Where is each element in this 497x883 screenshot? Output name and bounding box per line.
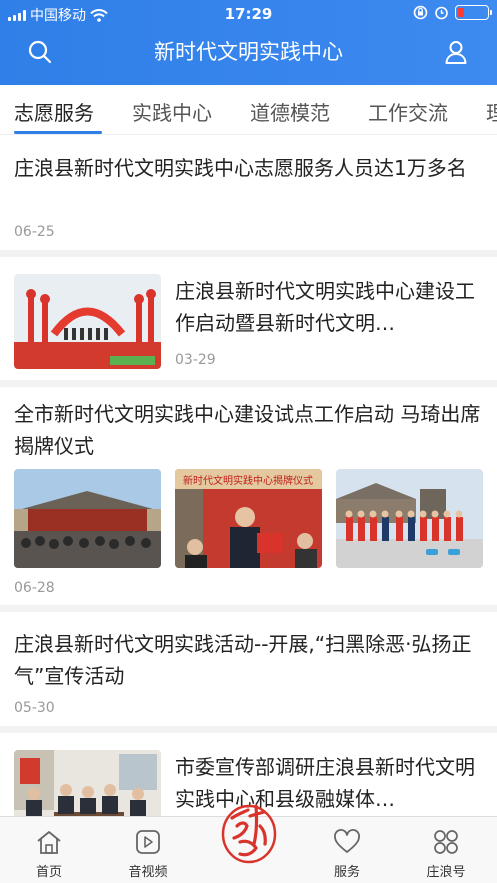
list-item[interactable]: 庄浪县新时代文明实践活动--开展,“扫黑除恶·弘扬正气”宣传活动 05-30 — [0, 612, 497, 733]
news-date: 05-30 — [14, 700, 55, 716]
tab-moral-model[interactable]: 道德模范 — [250, 97, 330, 126]
news-feed: 庄浪县新时代文明实践中心志愿服务人员达1万多名 06-25 庄浪县新时代文明实践… — [0, 136, 497, 816]
user-icon[interactable] — [443, 39, 469, 65]
tab-video-label: 音视频 — [128, 865, 168, 880]
tab-theory[interactable]: 理 — [486, 97, 497, 126]
category-tabs: 志愿服务 实践中心 道德模范 工作交流 理 — [0, 85, 497, 135]
tab-zhuanglang-label: 庄浪号 — [426, 865, 466, 880]
news-thumbnail: 新时代文明实践中心揭牌仪式 — [175, 469, 322, 568]
news-date: 06-25 — [14, 224, 55, 240]
list-item[interactable]: 庄浪县新时代文明实践中心志愿服务人员达1万多名 06-25 — [0, 136, 497, 257]
news-thumbnail — [14, 274, 161, 369]
list-item[interactable]: 全市新时代文明实践中心建设试点工作启动 马琦出席揭牌仪式 新时代文明实践中心揭牌… — [0, 387, 497, 612]
news-title: 庄浪县新时代文明实践中心志愿服务人员达1万多名 — [14, 156, 467, 180]
app-header: 中国移动 17:29 新时代文明实践中心 — [0, 0, 497, 85]
battery-icon — [455, 5, 492, 20]
play-icon — [136, 830, 160, 854]
news-date: 06-28 — [14, 580, 55, 596]
heart-icon — [334, 829, 360, 853]
active-tab-indicator — [14, 131, 102, 134]
clover-icon — [434, 830, 458, 854]
news-title: 庄浪县新时代文明实践中心建设工作启动暨县新时代文明… — [175, 279, 475, 335]
center-logo-button[interactable] — [220, 796, 278, 866]
banner-text: 新时代文明实践中心揭牌仪式 — [183, 474, 313, 487]
news-date: 03-29 — [175, 352, 216, 368]
status-bar: 中国移动 17:29 — [0, 0, 497, 28]
page-title: 新时代文明实践中心 — [154, 40, 343, 64]
tab-home[interactable]: 首页 — [9, 817, 89, 883]
news-thumbnail — [336, 469, 483, 568]
tab-video[interactable]: 音视频 — [108, 817, 188, 883]
home-icon — [37, 831, 61, 854]
news-thumbnail — [14, 469, 161, 568]
tab-service-label: 服务 — [333, 865, 360, 880]
tab-service[interactable]: 服务 — [307, 817, 387, 883]
tab-practice-center[interactable]: 实践中心 — [132, 97, 212, 126]
list-item[interactable]: 庄浪县新时代文明实践中心建设工作启动暨县新时代文明… 03-29 — [0, 257, 497, 387]
news-title: 庄浪县新时代文明实践活动--开展,“扫黑除恶·弘扬正气”宣传活动 — [14, 632, 472, 688]
tab-volunteer[interactable]: 志愿服务 — [14, 97, 94, 126]
news-title: 全市新时代文明实践中心建设试点工作启动 马琦出席揭牌仪式 — [14, 402, 481, 458]
rotation-lock-icon — [413, 5, 428, 20]
news-thumbnail — [14, 750, 161, 816]
tab-home-label: 首页 — [35, 865, 62, 880]
alarm-icon — [435, 6, 448, 20]
tab-work-exchange[interactable]: 工作交流 — [368, 97, 448, 126]
tab-zhuanglang[interactable]: 庄浪号 — [406, 817, 486, 883]
